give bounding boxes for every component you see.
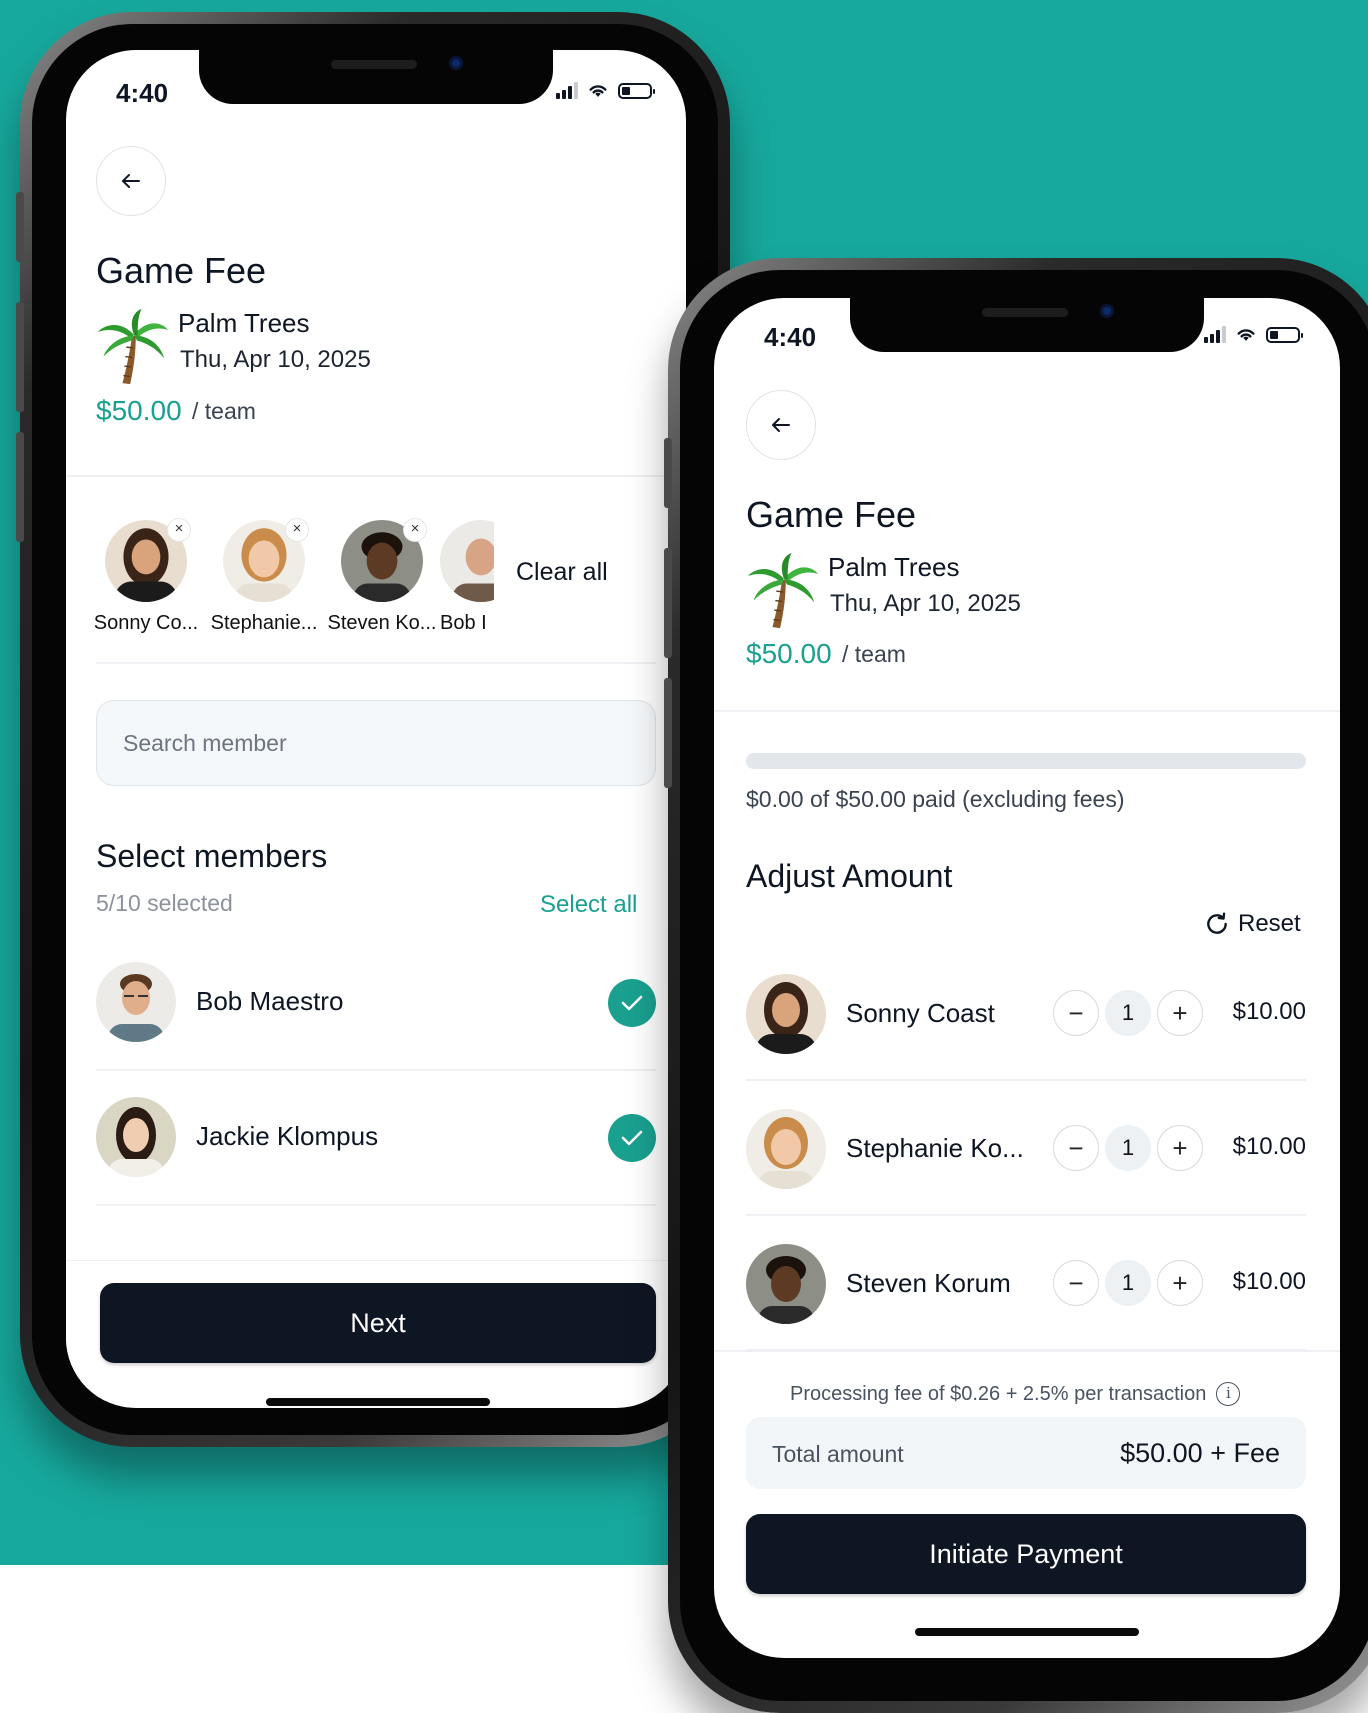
home-indicator: [915, 1628, 1139, 1636]
adjust-row: Sonny Coast − 1 + $10.00: [746, 946, 1306, 1081]
remove-chip-icon[interactable]: ×: [285, 518, 309, 542]
battery-icon: [1266, 327, 1303, 343]
processing-fee-note: Processing fee of $0.26 + 2.5% per trans…: [790, 1382, 1241, 1406]
remove-chip-icon[interactable]: ×: [403, 518, 427, 542]
remove-chip-icon[interactable]: ×: [167, 518, 191, 542]
event-date: Thu, Apr 10, 2025: [830, 590, 1021, 617]
wifi-icon: [1237, 329, 1255, 341]
price-amount: $50.00: [746, 638, 832, 669]
member-name: Stephanie Ko...: [846, 1133, 1024, 1163]
palm-tree-icon: [97, 308, 169, 385]
quantity-value: 1: [1105, 990, 1151, 1036]
quantity-stepper: − 1 +: [1053, 990, 1203, 1036]
notch: [199, 50, 553, 104]
avatar: [746, 1109, 826, 1189]
phone-1-screen: 4:40 Game Fee Palm Trees Thu, Apr 10, 20…: [66, 50, 686, 1408]
status-time: 4:40: [764, 322, 817, 352]
section-title: Adjust Amount: [746, 858, 953, 894]
selected-count: 5/10 selected: [96, 890, 233, 916]
member-name: Bob Maestro: [196, 986, 344, 1016]
fee-text: Processing fee of $0.26 + 2.5% per trans…: [790, 1382, 1207, 1405]
price-unit: / team: [192, 398, 256, 424]
phone-1: 4:40 Game Fee Palm Trees Thu, Apr 10, 20…: [16, 12, 734, 1447]
phone-2-screen: 4:40 Game Fee Palm Trees Thu, Apr 10, 20…: [714, 298, 1340, 1658]
avatar: [96, 962, 176, 1042]
clear-all-button[interactable]: Clear all: [516, 558, 608, 587]
avatar: [440, 520, 494, 602]
quantity-value: 1: [1105, 1260, 1151, 1306]
total-amount-box: Total amount $50.00 + Fee: [746, 1417, 1306, 1489]
plus-button[interactable]: +: [1157, 1260, 1203, 1306]
next-button[interactable]: Next: [100, 1283, 656, 1363]
member-name: Steven Korum: [846, 1268, 1011, 1298]
minus-button[interactable]: −: [1053, 1125, 1099, 1171]
avatar: [746, 974, 826, 1054]
total-value: $50.00 + Fee: [1120, 1438, 1280, 1468]
minus-button[interactable]: −: [1053, 1260, 1099, 1306]
status-icons: [556, 82, 655, 99]
chip-name: Sonny Co...: [93, 612, 199, 634]
search-member-box[interactable]: [96, 700, 656, 786]
reset-label: Reset: [1238, 910, 1301, 937]
member-row[interactable]: Bob Maestro: [96, 936, 656, 1071]
selected-chip[interactable]: × Steven Ko...: [322, 518, 442, 635]
event-name: Palm Trees: [178, 308, 310, 338]
member-name: Sonny Coast: [846, 998, 995, 1028]
section-title: Select members: [96, 838, 328, 874]
status-time: 4:40: [116, 78, 169, 108]
avatar: [746, 1244, 826, 1324]
back-button[interactable]: [746, 390, 816, 460]
page-title: Game Fee: [746, 494, 917, 535]
adjust-row: Stephanie Ko... − 1 + $10.00: [746, 1081, 1306, 1216]
arrow-left-icon: [122, 174, 140, 188]
status-icons: [1204, 326, 1303, 343]
selected-chip[interactable]: × Stephanie...: [204, 518, 324, 635]
quantity-stepper: − 1 +: [1053, 1125, 1203, 1171]
info-icon[interactable]: i: [1216, 1382, 1241, 1406]
signal-icon: [1204, 326, 1226, 343]
payment-progress-bar: [746, 753, 1306, 769]
search-input[interactable]: [97, 701, 655, 785]
adjust-row: Steven Korum − 1 + $10.00: [746, 1216, 1306, 1351]
progress-label: $0.00 of $50.00 paid (excluding fees): [746, 786, 1125, 812]
initiate-payment-button[interactable]: Initiate Payment: [746, 1514, 1306, 1594]
back-button[interactable]: [96, 146, 166, 216]
palm-tree-icon: [747, 552, 819, 629]
wifi-icon: [589, 85, 607, 97]
checkmark-icon[interactable]: [608, 1114, 656, 1162]
price-unit: / team: [842, 641, 906, 667]
selected-chip[interactable]: Bob I: [440, 520, 494, 635]
selected-chip[interactable]: × Sonny Co...: [86, 518, 206, 635]
reset-button[interactable]: Reset: [1204, 910, 1301, 938]
arrow-left-icon: [772, 418, 790, 432]
chip-name: Bob I: [440, 612, 487, 634]
chip-name: Stephanie...: [210, 612, 318, 634]
member-amount: $10.00: [1232, 998, 1306, 1025]
minus-button[interactable]: −: [1053, 990, 1099, 1036]
battery-icon: [618, 83, 655, 99]
avatar: [96, 1097, 176, 1177]
quantity-value: 1: [1105, 1125, 1151, 1171]
event-date: Thu, Apr 10, 2025: [180, 346, 371, 373]
reset-icon: [1207, 912, 1227, 934]
checkmark-icon[interactable]: [608, 979, 656, 1027]
price-amount: $50.00: [96, 395, 182, 426]
member-amount: $10.00: [1232, 1268, 1306, 1295]
page-title: Game Fee: [96, 250, 267, 291]
plus-button[interactable]: +: [1157, 990, 1203, 1036]
quantity-stepper: − 1 +: [1053, 1260, 1203, 1306]
member-name: Jackie Klompus: [196, 1121, 379, 1151]
total-label: Total amount: [772, 1441, 904, 1467]
notch: [850, 298, 1204, 352]
phone-2: 4:40 Game Fee Palm Trees Thu, Apr 10, 20…: [664, 258, 1368, 1713]
plus-button[interactable]: +: [1157, 1125, 1203, 1171]
signal-icon: [556, 82, 578, 99]
event-name: Palm Trees: [828, 552, 960, 582]
home-indicator: [266, 1398, 490, 1406]
member-row[interactable]: Jackie Klompus: [96, 1071, 656, 1206]
select-all-link[interactable]: Select all: [540, 891, 637, 919]
member-amount: $10.00: [1232, 1133, 1306, 1160]
chip-name: Steven Ko...: [327, 612, 437, 634]
